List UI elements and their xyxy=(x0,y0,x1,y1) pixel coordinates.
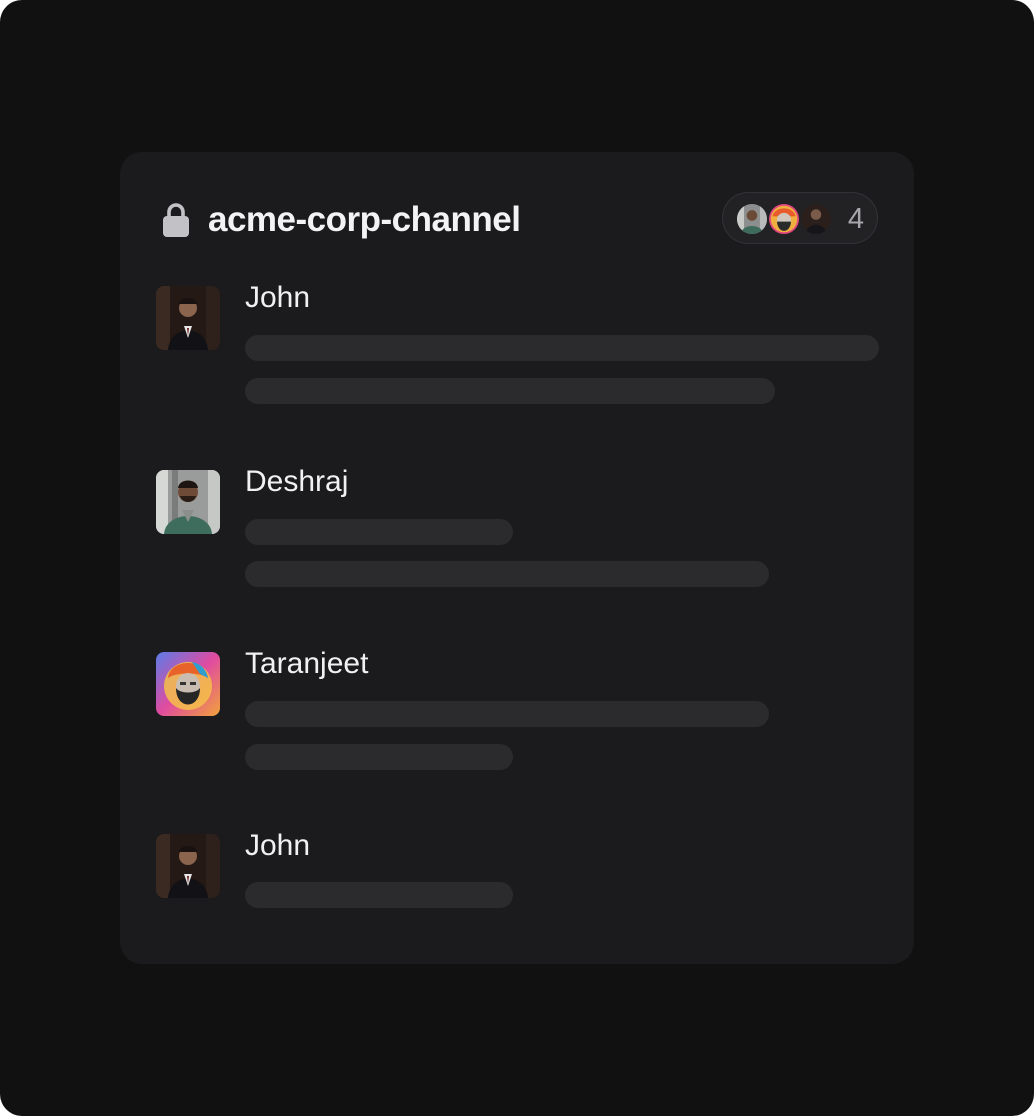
member-avatar-taranjeet xyxy=(767,202,801,236)
placeholder-line xyxy=(245,378,775,404)
message-author: John xyxy=(245,281,311,314)
placeholder-line xyxy=(245,335,879,361)
placeholder-line xyxy=(245,701,769,727)
avatar-john xyxy=(156,286,220,350)
channel-card: acme-corp-channel 4 John Deshraj Taranje… xyxy=(120,152,914,964)
member-count: 4 xyxy=(847,203,864,235)
avatar-john xyxy=(156,834,220,898)
avatar-taranjeet xyxy=(156,652,220,716)
placeholder-line xyxy=(245,744,513,770)
message-author: Deshraj xyxy=(245,465,349,498)
members-button[interactable]: 4 xyxy=(722,192,878,244)
placeholder-line xyxy=(245,561,769,587)
member-avatar-john xyxy=(799,202,833,236)
channel-header: acme-corp-channel 4 xyxy=(156,192,878,248)
app-background: acme-corp-channel 4 John Deshraj Taranje… xyxy=(0,0,1034,1116)
member-avatar-deshraj xyxy=(735,202,769,236)
message-author: Taranjeet xyxy=(245,647,369,680)
avatar-deshraj xyxy=(156,470,220,534)
channel-title: acme-corp-channel xyxy=(208,200,521,239)
placeholder-line xyxy=(245,519,513,545)
lock-icon xyxy=(163,203,189,237)
message-author: John xyxy=(245,829,311,862)
placeholder-line xyxy=(245,882,513,908)
